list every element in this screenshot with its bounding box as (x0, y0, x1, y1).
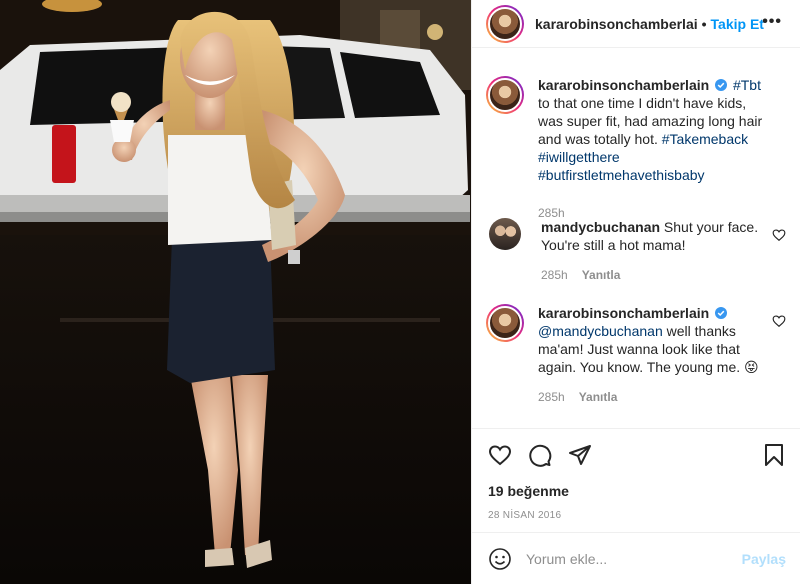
caption-username[interactable]: kararobinsonchamberlain (538, 77, 709, 93)
comment-meta: 285h Yanıtla (541, 266, 777, 284)
instagram-post: kararobinsonchamberlai • Takip Et ••• ka… (0, 0, 800, 584)
bookmark-icon[interactable] (762, 443, 786, 467)
hashtag-butfirstletmehavethisbaby[interactable]: #butfirstletmehavethisbaby (538, 167, 705, 183)
caption-avatar[interactable] (486, 76, 524, 114)
paper-plane-icon[interactable] (568, 443, 592, 467)
reply-button[interactable]: Yanıtla (579, 390, 618, 404)
add-comment-bar: Paylaş (472, 532, 800, 584)
comments-list[interactable]: kararobinsonchamberlain #Tbt to that one… (472, 62, 800, 422)
author-avatar[interactable] (486, 4, 524, 43)
commenter-avatar[interactable] (486, 304, 524, 342)
comment-item: mandycbuchanan Shut your face. You're st… (486, 218, 786, 284)
photo-illustration (0, 0, 471, 584)
commenter-avatar[interactable] (489, 218, 521, 250)
comment-body: kararobinsonchamberlain @mandycbuchanan … (538, 304, 774, 406)
hashtag-iwillgetthere[interactable]: #iwillgetthere (538, 149, 620, 165)
hashtag-tbt[interactable]: #Tbt (733, 77, 761, 93)
comment-username[interactable]: mandycbuchanan (541, 219, 660, 235)
comment-meta: 285h Yanıtla (538, 388, 774, 406)
separator-dot: • (701, 15, 707, 32)
comment-username[interactable]: kararobinsonchamberlain (538, 305, 709, 321)
mention-link[interactable]: @mandycbuchanan (538, 323, 663, 339)
comment-input[interactable] (526, 550, 736, 567)
reply-button[interactable]: Yanıtla (582, 268, 621, 282)
likes-count[interactable]: 19 beğenme (488, 483, 569, 499)
more-icon[interactable]: ••• (762, 14, 782, 30)
smiley-icon[interactable] (488, 547, 512, 571)
follow-button[interactable]: Takip Et (711, 16, 764, 32)
post-header: kararobinsonchamberlai • Takip Et ••• (472, 0, 800, 48)
post-photo[interactable] (0, 0, 471, 584)
author-username[interactable]: kararobinsonchamberlai (535, 16, 698, 32)
comment-time[interactable]: 285h (538, 390, 565, 404)
comment-item: kararobinsonchamberlain @mandycbuchanan … (486, 304, 786, 406)
heart-icon[interactable] (772, 314, 786, 328)
verified-badge-icon (715, 79, 728, 91)
action-bar (472, 428, 800, 482)
comment-time[interactable]: 285h (541, 268, 568, 282)
comment-body: mandycbuchanan Shut your face. You're st… (541, 218, 777, 284)
heart-icon[interactable] (772, 228, 786, 242)
caption-item: kararobinsonchamberlain #Tbt to that one… (486, 76, 786, 222)
hashtag-takemeback[interactable]: #Takemeback (662, 131, 748, 147)
caption-body: kararobinsonchamberlain #Tbt to that one… (538, 76, 774, 222)
share-comment-button[interactable]: Paylaş (742, 551, 786, 567)
verified-badge-icon (715, 307, 728, 319)
post-date[interactable]: 28 NİSAN 2016 (488, 510, 561, 521)
post-panel: kararobinsonchamberlai • Takip Et ••• ka… (471, 0, 800, 584)
heart-icon[interactable] (488, 443, 512, 467)
comment-icon[interactable] (528, 443, 552, 467)
